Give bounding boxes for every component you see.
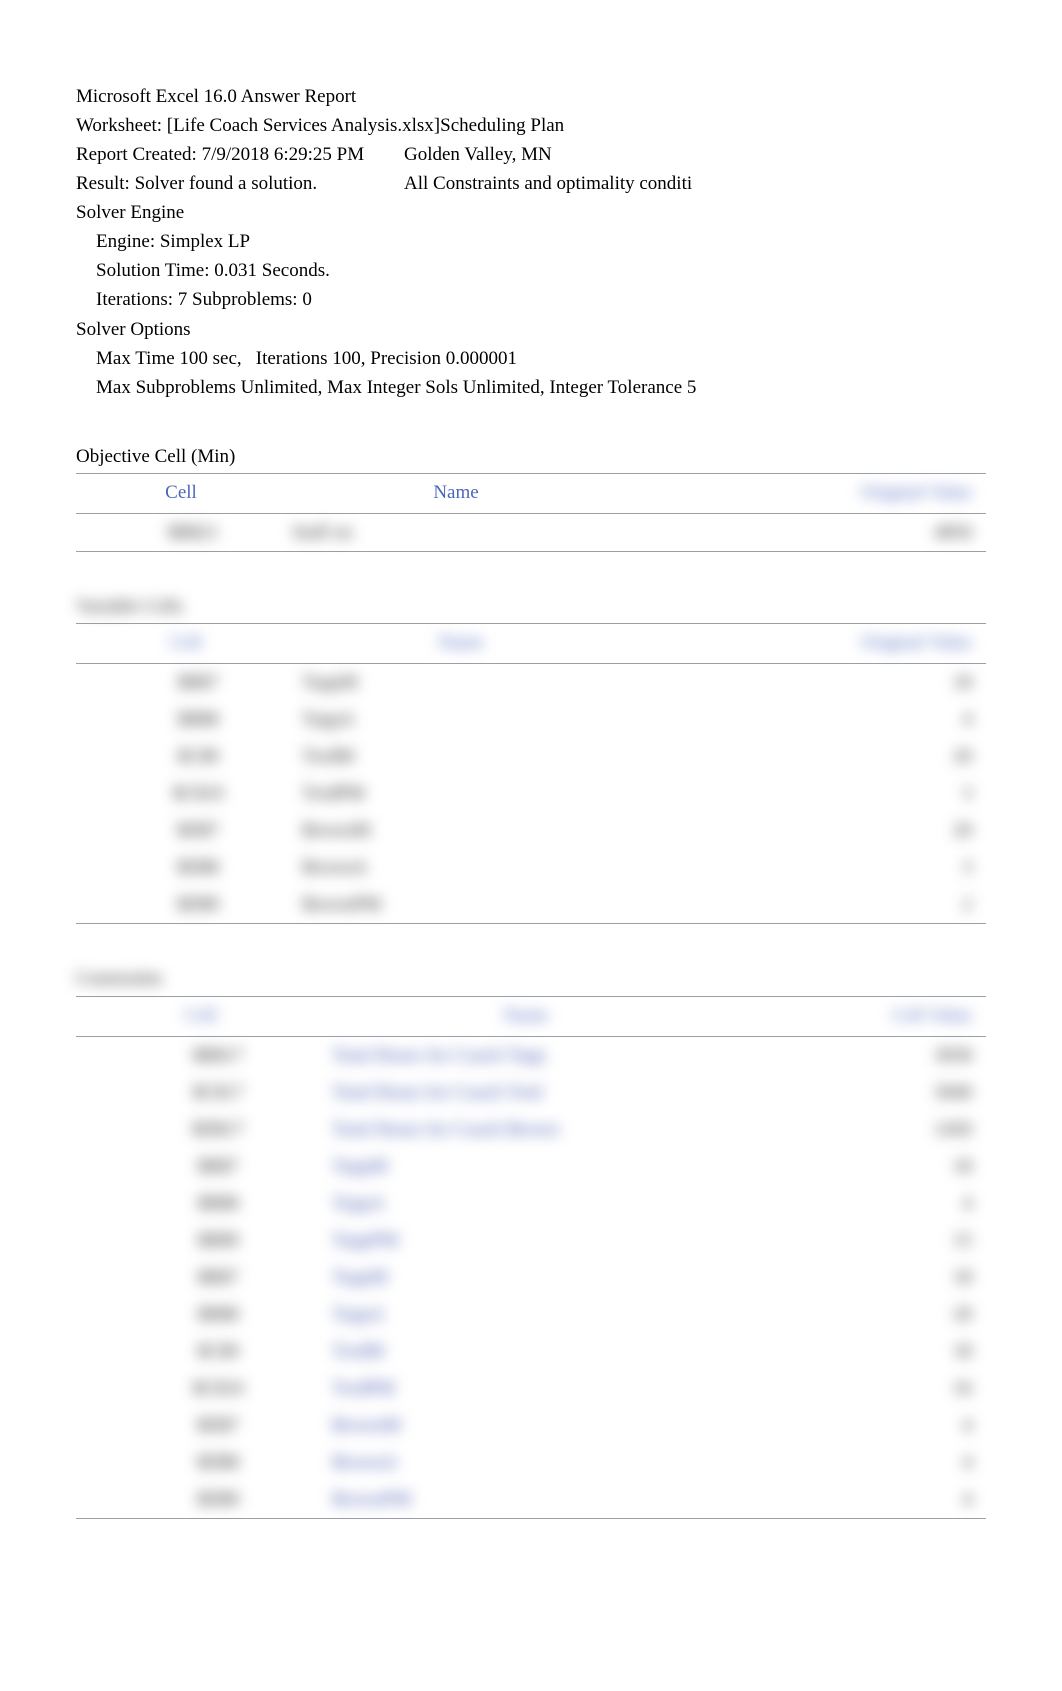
var-value: 2 — [626, 886, 986, 924]
result-label: Result: Solver found a solution. — [76, 169, 404, 198]
var-value: 4 — [626, 701, 986, 738]
con-name: BrownM — [326, 1407, 726, 1444]
con-value: 4 — [726, 1444, 986, 1481]
var-value: 20 — [626, 738, 986, 775]
table-row: $B$8 — [76, 1185, 326, 1222]
table-row: $B$8 — [76, 1296, 326, 1333]
con-name: Total Hours for Coach Tred — [326, 1074, 726, 1111]
table-row: $D$17 — [76, 1111, 326, 1148]
table-row: $D$8 — [76, 1444, 326, 1481]
con-name: Total Hours for Coach Brown — [326, 1111, 726, 1148]
con-name: TredM — [326, 1333, 726, 1370]
con-name: ToppA — [326, 1185, 726, 1222]
con-name: Total Hours for Coach Topp — [326, 1036, 726, 1074]
var-value: 18 — [626, 664, 986, 702]
con-value: 18 — [726, 1259, 986, 1296]
variables-table: Cell Name Original Value $B$7 ToppM 18 $… — [76, 623, 986, 925]
table-row: $C$17 — [76, 1074, 326, 1111]
table-row: $B$7 — [76, 1259, 326, 1296]
options-line-2: Max Subproblems Unlimited, Max Integer S… — [76, 373, 986, 402]
table-row: $D$7 — [76, 812, 296, 849]
con-name: ToppA — [326, 1296, 726, 1333]
objective-col-cell: Cell — [76, 473, 286, 513]
con-name: TredPM — [326, 1370, 726, 1407]
objective-section-title: Objective Cell (Min) — [76, 442, 986, 471]
solver-engine-title: Solver Engine — [76, 198, 986, 227]
engine-line: Engine: Simplex LP — [76, 227, 986, 256]
worksheet-line: Worksheet: [Life Coach Services Analysis… — [76, 111, 986, 140]
con-value: 4 — [726, 1407, 986, 1444]
table-row: $C$10 — [76, 775, 296, 812]
table-row: $B$7 — [76, 664, 296, 702]
var-value: 3 — [626, 849, 986, 886]
var-name: ToppA — [296, 701, 626, 738]
var-value: 20 — [626, 812, 986, 849]
con-value: 4 — [726, 1481, 986, 1519]
constraints-col-value: Cell Value — [726, 996, 986, 1036]
table-row: $B$8 — [76, 701, 296, 738]
con-value: 4 — [726, 1185, 986, 1222]
constraints-col-cell: Cell — [76, 996, 326, 1036]
con-name: BrownA — [326, 1444, 726, 1481]
objective-table: Cell Name Original Value $B$21 Staff on … — [76, 473, 986, 552]
objective-col-original: Original Value — [626, 473, 986, 513]
table-row: $D$7 — [76, 1407, 326, 1444]
options-1a: Max Time 100 sec, — [96, 344, 251, 373]
table-row: $B$9 — [76, 1222, 326, 1259]
variables-col-name: Name — [296, 623, 626, 663]
variables-col-original: Original Value — [626, 623, 986, 663]
con-value: 3040 — [726, 1074, 986, 1111]
constraints-col-name: Name — [326, 996, 726, 1036]
table-row: $D$9 — [76, 1481, 326, 1519]
table-row: $D$8 — [76, 849, 296, 886]
iterations-line: Iterations: 7 Subproblems: 0 — [76, 285, 986, 314]
variables-col-cell: Cell — [76, 623, 296, 663]
con-value: 20 — [726, 1296, 986, 1333]
objective-name: Staff on — [286, 513, 626, 551]
var-name: BrownM — [296, 812, 626, 849]
objective-value: 4850 — [626, 513, 986, 551]
report-created: Report Created: 7/9/2018 6:29:25 PM — [76, 140, 404, 169]
table-row: $D$9 — [76, 886, 296, 924]
table-row: $C$9 — [76, 738, 296, 775]
con-value: 15 — [726, 1222, 986, 1259]
con-name: ToppM — [326, 1259, 726, 1296]
con-value: 18 — [726, 1148, 986, 1185]
con-name: ToppPM — [326, 1222, 726, 1259]
options-1b: Iterations 100, Precision 0.000001 — [256, 348, 517, 369]
solution-time-line: Solution Time: 0.031 Seconds. — [76, 256, 986, 285]
con-value: 16 — [726, 1370, 986, 1407]
var-name: ToppM — [296, 664, 626, 702]
con-value: 3058 — [726, 1036, 986, 1074]
result-detail: All Constraints and optimality conditi — [404, 169, 986, 198]
solver-options-title: Solver Options — [76, 315, 986, 344]
objective-cell: $B$21 — [76, 513, 286, 551]
variables-section-title: Variable Cells — [76, 592, 986, 621]
options-line-1: Max Time 100 sec, Iterations 100, Precis… — [76, 344, 986, 373]
var-name: BrownPM — [296, 886, 626, 924]
var-name: TredM — [296, 738, 626, 775]
table-row: $C$10 — [76, 1370, 326, 1407]
report-title: Microsoft Excel 16.0 Answer Report — [76, 82, 986, 111]
var-name: TredPM — [296, 775, 626, 812]
objective-col-name: Name — [286, 473, 626, 513]
con-value: 18 — [726, 1333, 986, 1370]
var-value: 3 — [626, 775, 986, 812]
report-created-location: Golden Valley, MN — [404, 140, 986, 169]
con-value: 1450 — [726, 1111, 986, 1148]
table-row: $B$17 — [76, 1036, 326, 1074]
table-row: $C$9 — [76, 1333, 326, 1370]
con-name: ToppM — [326, 1148, 726, 1185]
con-name: BrownPM — [326, 1481, 726, 1519]
var-name: BrownA — [296, 849, 626, 886]
constraints-section-title: Constraints — [76, 964, 986, 993]
table-row: $B$7 — [76, 1148, 326, 1185]
constraints-table: Cell Name Cell Value $B$17 Total Hours f… — [76, 996, 986, 1520]
